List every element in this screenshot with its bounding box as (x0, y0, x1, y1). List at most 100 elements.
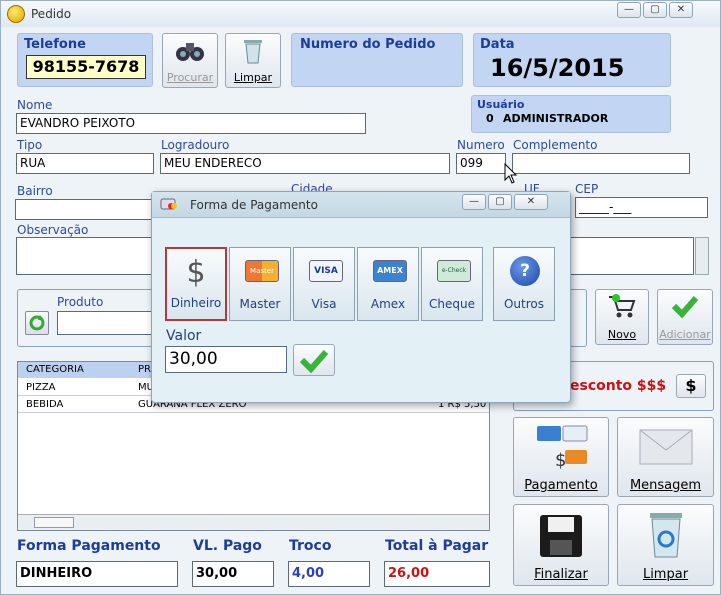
dialog-title-bar: Forma de Pagamento — ▢ ✕ (152, 192, 570, 218)
amex-label: Amex (370, 297, 406, 311)
title-bar: Pedido — ▢ ✕ (1, 1, 720, 27)
vl-pago-label: VL. Pago (193, 538, 262, 554)
mastercard-icon: Master (245, 260, 279, 282)
adicionar-button[interactable]: Adicionar (657, 289, 713, 345)
mensagem-button[interactable]: Mensagem (617, 417, 714, 497)
row-categoria: BEBIDA (26, 399, 64, 410)
row-categoria: PIZZA (26, 382, 56, 393)
scroll-thumb[interactable] (34, 517, 74, 528)
usuario-id: 0 (486, 112, 494, 125)
bairro-label: Bairro (17, 184, 53, 198)
adicionar-label: Adicionar (659, 328, 711, 341)
mouse-cursor-icon (504, 163, 518, 184)
procurar-button[interactable]: Procurar (162, 33, 218, 88)
grid-hscrollbar[interactable] (18, 514, 489, 530)
total-pagar-label: Total à Pagar (385, 538, 489, 554)
produto-field[interactable] (57, 311, 157, 335)
usuario-label: Usuário (477, 98, 525, 111)
data-value: 16/5/2015 (490, 54, 625, 82)
dialog-title: Forma de Pagamento (190, 198, 318, 212)
forma-pagamento-dialog: Forma de Pagamento — ▢ ✕ $ Dinheiro Mast… (151, 191, 571, 403)
amex-card-icon: AMEX (373, 260, 407, 282)
refresh-produto-button[interactable] (25, 311, 49, 335)
payment-cards-icon: $ (537, 425, 588, 471)
produto-label: Produto (57, 295, 104, 309)
cart-icon (609, 294, 636, 318)
visa-button[interactable]: VISA Visa (293, 247, 355, 321)
envelope-icon (639, 429, 692, 465)
cheque-label: Cheque (429, 297, 475, 311)
window-title: Pedido (31, 7, 72, 21)
master-button[interactable]: Master Master (229, 247, 291, 321)
mensagem-label: Mensagem (629, 478, 702, 493)
outros-button[interactable]: ? Outros (493, 247, 555, 321)
dialog-maximize-button[interactable]: ▢ (488, 194, 512, 210)
numero-pedido-label: Numero do Pedido (300, 37, 436, 52)
outros-label: Outros (503, 297, 545, 311)
dialog-minimize-button[interactable]: — (462, 194, 486, 210)
data-label: Data (480, 37, 515, 52)
usuario-panel: Usuário 0 ADMINISTRADOR (471, 95, 671, 133)
usuario-name: ADMINISTRADOR (503, 112, 609, 125)
amex-button[interactable]: AMEX Amex (357, 247, 419, 321)
floppy-disk-icon (540, 515, 582, 557)
numero-pedido-panel: Numero do Pedido (291, 33, 463, 87)
pagamento-button[interactable]: $ Pagamento (513, 417, 609, 497)
forma-pagamento-label: Forma Pagamento (17, 538, 161, 554)
total-pagar-field: 26,00 (384, 561, 490, 587)
cheque-button[interactable]: e-Check Cheque (421, 247, 483, 321)
desconto-button[interactable]: $ (676, 374, 706, 398)
complemento-field[interactable] (512, 153, 690, 174)
limpar-bottom-button[interactable]: Limpar (617, 504, 714, 586)
trash-icon (244, 40, 262, 64)
data-panel: Data 16/5/2015 (473, 33, 671, 87)
card-icon (160, 198, 177, 210)
nome-label: Nome (17, 98, 53, 112)
telefone-field[interactable]: 98155-7678 (26, 55, 146, 79)
tipo-label: Tipo (17, 138, 43, 152)
dinheiro-button[interactable]: $ Dinheiro (165, 247, 227, 321)
minimize-button[interactable]: — (617, 2, 641, 18)
procurar-label: Procurar (166, 71, 214, 84)
binoculars-icon (176, 43, 204, 61)
complemento-label: Complemento (513, 138, 598, 152)
dollar-icon: $ (186, 255, 206, 290)
maximize-button[interactable]: ▢ (643, 2, 667, 18)
valor-field[interactable]: 30,00 (165, 346, 287, 373)
numero-field[interactable]: 099 (456, 153, 506, 174)
forma-pagamento-field[interactable]: DINHEIRO (16, 561, 178, 587)
observacao-field[interactable] (16, 237, 156, 275)
logradouro-field[interactable]: MEU ENDERECO (160, 153, 450, 174)
observacao-label: Observação (17, 223, 89, 237)
cep-field[interactable]: _____-___ (575, 197, 708, 218)
troco-label: Troco (289, 538, 332, 554)
troco-field: 4,00 (288, 561, 370, 587)
check-icon (299, 350, 329, 374)
refresh-icon (29, 315, 45, 331)
check-icon (671, 296, 699, 319)
novo-button[interactable]: Novo (595, 289, 649, 345)
master-label: Master (239, 297, 281, 311)
observacao-field-right[interactable] (566, 237, 694, 275)
dialog-close-button[interactable]: ✕ (514, 194, 548, 210)
observacao-scrollbar[interactable] (695, 237, 709, 275)
grid-header-produto: PR (138, 364, 151, 375)
bairro-field[interactable] (15, 199, 155, 220)
finalizar-button[interactable]: Finalizar (513, 504, 609, 586)
visa-card-icon: VISA (309, 260, 343, 282)
visa-label: Visa (311, 297, 337, 311)
finalizar-label: Finalizar (534, 567, 588, 582)
valor-label: Valor (166, 328, 202, 344)
limpar-top-button[interactable]: Limpar (225, 33, 281, 88)
vl-pago-field[interactable]: 30,00 (192, 561, 274, 587)
nome-field[interactable]: EVANDRO PEIXOTO (16, 113, 366, 134)
pedido-window: Pedido — ▢ ✕ Telefone 98155-7678 Procura… (0, 0, 721, 595)
limpar-top-label: Limpar (233, 71, 273, 84)
tipo-field[interactable]: RUA (16, 153, 154, 174)
echeck-icon: e-Check (437, 260, 471, 282)
confirmar-valor-button[interactable] (293, 344, 335, 376)
close-button[interactable]: ✕ (669, 2, 693, 18)
numero-label: Numero (457, 138, 505, 152)
grid-header-categoria: CATEGORIA (26, 364, 84, 375)
desconto-label: esconto $$$ (570, 378, 667, 394)
